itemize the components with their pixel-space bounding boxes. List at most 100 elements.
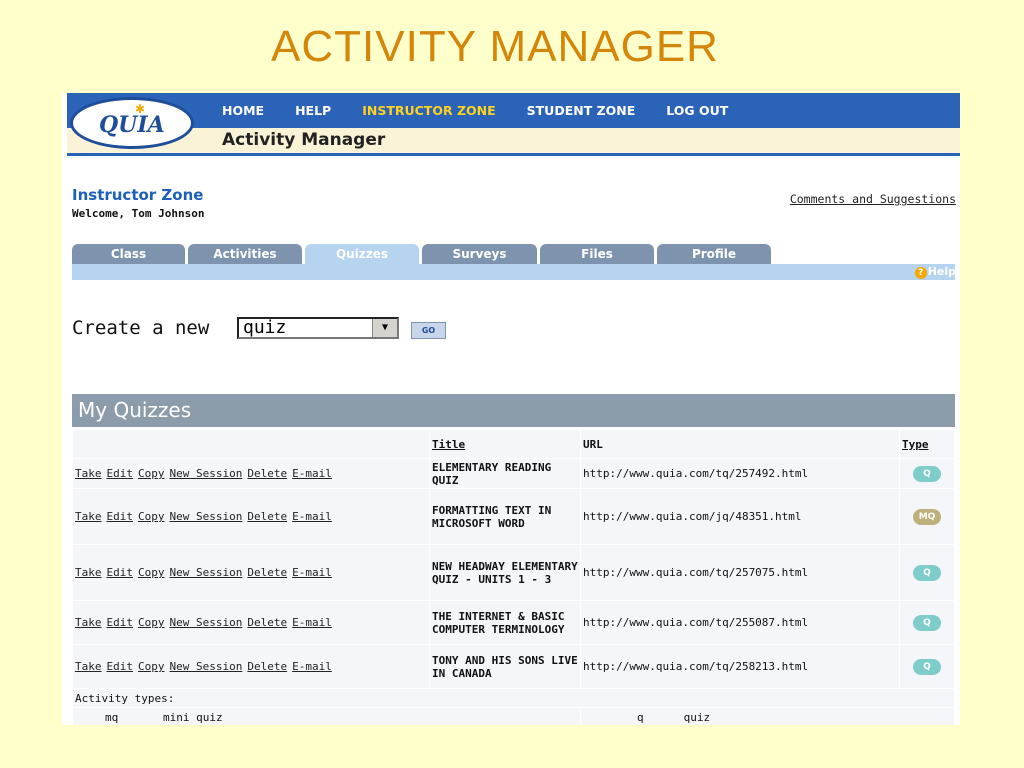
- tab-surveys[interactable]: Surveys: [422, 244, 537, 264]
- tab-class[interactable]: Class: [72, 244, 185, 264]
- zone-title: Instructor Zone: [72, 186, 204, 204]
- tab-strip: [72, 264, 955, 280]
- type-badge[interactable]: MQ: [913, 508, 941, 525]
- type-badge[interactable]: Q: [913, 564, 941, 581]
- action-edit-link[interactable]: Edit: [107, 660, 134, 673]
- action-copy-link[interactable]: Copy: [138, 566, 165, 579]
- page-subtitle: Activity Manager: [222, 130, 386, 150]
- action-delete-link[interactable]: Delete: [247, 467, 287, 480]
- quizzes-table: Title URL Type Take Edit Copy New Session De…: [72, 429, 955, 725]
- main-nav: HOME HELP INSTRUCTOR ZONE STUDENT ZONE L…: [222, 103, 759, 118]
- legend-q-code: q: [637, 710, 644, 724]
- tab-quizzes[interactable]: Quizzes: [305, 244, 419, 264]
- action-copy-link[interactable]: Copy: [138, 467, 165, 480]
- create-label: Create a new: [72, 317, 210, 339]
- action-new-session-link[interactable]: New Session: [170, 616, 243, 629]
- quiz-type: Q: [899, 458, 955, 489]
- action-delete-link[interactable]: Delete: [247, 616, 287, 629]
- nav-log-out[interactable]: LOG OUT: [666, 103, 728, 118]
- tab-activities[interactable]: Activities: [188, 244, 302, 264]
- table-row: Take Edit Copy New Session Delete E-mail THE I…: [72, 600, 955, 645]
- action-delete-link[interactable]: Delete: [247, 660, 287, 673]
- type-header[interactable]: Type: [899, 429, 955, 459]
- action-edit-link[interactable]: Edit: [107, 616, 134, 629]
- row-actions: Take Edit Copy New Session Delete E-mail: [72, 644, 430, 689]
- help-button[interactable]: ? Help: [914, 265, 956, 279]
- nav-help[interactable]: HELP: [295, 103, 331, 118]
- title-header[interactable]: Title: [429, 429, 581, 459]
- action-new-session-link[interactable]: New Session: [170, 566, 243, 579]
- action-e-mail-link[interactable]: E-mail: [292, 616, 332, 629]
- quiz-title: ELEMENTARY READING QUIZ: [429, 458, 581, 489]
- quiz-url: http://www.quia.com/jq/48351.html: [580, 488, 900, 545]
- activity-types-label: Activity types:: [72, 688, 955, 708]
- action-e-mail-link[interactable]: E-mail: [292, 467, 332, 480]
- comments-link[interactable]: Comments and Suggestions: [790, 192, 956, 206]
- legend-q: q quiz: [580, 707, 955, 725]
- action-take-link[interactable]: Take: [75, 566, 102, 579]
- nav-home[interactable]: HOME: [222, 103, 264, 118]
- quiz-url: http://www.quia.com/tq/255087.html: [580, 600, 900, 645]
- legend-row: mq mini quiz q quiz: [72, 707, 955, 725]
- url-header: URL: [580, 429, 900, 459]
- tab-profile[interactable]: Profile: [657, 244, 771, 264]
- table-row: Take Edit Copy New Session Delete E-mail FORMA…: [72, 488, 955, 545]
- action-copy-link[interactable]: Copy: [138, 616, 165, 629]
- action-e-mail-link[interactable]: E-mail: [292, 566, 332, 579]
- row-actions: Take Edit Copy New Session Delete E-mail: [72, 488, 430, 545]
- my-quizzes-heading: My Quizzes: [72, 394, 955, 427]
- quiz-url: http://www.quia.com/tq/257075.html: [580, 544, 900, 601]
- activity-types-row: Activity types:: [72, 688, 955, 708]
- quiz-title: TONY AND HIS SONS LIVE IN CANADA: [429, 644, 581, 689]
- action-new-session-link[interactable]: New Session: [170, 467, 243, 480]
- quiz-type: MQ: [899, 488, 955, 545]
- table-row: Take Edit Copy New Session Delete E-mail ELEME…: [72, 458, 955, 489]
- quiz-type: Q: [899, 544, 955, 601]
- table-row: Take Edit Copy New Session Delete E-mail TONY …: [72, 644, 955, 689]
- action-edit-link[interactable]: Edit: [107, 566, 134, 579]
- tab-files[interactable]: Files: [540, 244, 654, 264]
- quia-logo[interactable]: ✱ QUIA: [70, 97, 194, 149]
- quiz-url: http://www.quia.com/tq/257492.html: [580, 458, 900, 489]
- sub-header-bar: [67, 128, 960, 153]
- action-delete-link[interactable]: Delete: [247, 566, 287, 579]
- type-badge[interactable]: Q: [913, 614, 941, 631]
- quiz-type: Q: [899, 600, 955, 645]
- go-button[interactable]: GO: [411, 322, 446, 339]
- action-copy-link[interactable]: Copy: [138, 510, 165, 523]
- slide-title: ACTIVITY MANAGER: [271, 22, 719, 71]
- legend-mq: mq mini quiz: [72, 707, 581, 725]
- type-badge[interactable]: Q: [913, 465, 941, 482]
- quiz-type: Q: [899, 644, 955, 689]
- browser-screenshot: ✱ QUIA HOME HELP INSTRUCTOR ZONE STUDENT…: [62, 93, 960, 725]
- welcome-text: Welcome, Tom Johnson: [72, 207, 205, 220]
- action-delete-link[interactable]: Delete: [247, 510, 287, 523]
- quiz-title: NEW HEADWAY ELEMENTARY QUIZ - UNITS 1 - …: [429, 544, 581, 601]
- logo-text: QUIA: [99, 112, 165, 138]
- action-take-link[interactable]: Take: [75, 510, 102, 523]
- action-take-link[interactable]: Take: [75, 467, 102, 480]
- action-new-session-link[interactable]: New Session: [170, 660, 243, 673]
- action-edit-link[interactable]: Edit: [107, 467, 134, 480]
- action-e-mail-link[interactable]: E-mail: [292, 660, 332, 673]
- nav-instructor-zone[interactable]: INSTRUCTOR ZONE: [362, 103, 495, 118]
- row-actions: Take Edit Copy New Session Delete E-mail: [72, 458, 430, 489]
- action-edit-link[interactable]: Edit: [107, 510, 134, 523]
- action-new-session-link[interactable]: New Session: [170, 510, 243, 523]
- chevron-down-icon[interactable]: ▼: [372, 319, 397, 337]
- activity-type-select[interactable]: quiz ▼: [237, 317, 399, 339]
- actions-header: [72, 429, 430, 459]
- row-actions: Take Edit Copy New Session Delete E-mail: [72, 600, 430, 645]
- action-copy-link[interactable]: Copy: [138, 660, 165, 673]
- action-take-link[interactable]: Take: [75, 660, 102, 673]
- action-e-mail-link[interactable]: E-mail: [292, 510, 332, 523]
- question-icon: ?: [914, 267, 927, 279]
- row-actions: Take Edit Copy New Session Delete E-mail: [72, 544, 430, 601]
- nav-student-zone[interactable]: STUDENT ZONE: [527, 103, 636, 118]
- quiz-url: http://www.quia.com/tq/258213.html: [580, 644, 900, 689]
- quiz-title: FORMATTING TEXT IN MICROSOFT WORD: [429, 488, 581, 545]
- tab-bar: Class Activities Quizzes Surveys Files P…: [72, 244, 774, 264]
- action-take-link[interactable]: Take: [75, 616, 102, 629]
- help-label: Help: [927, 265, 956, 278]
- type-badge[interactable]: Q: [913, 658, 941, 675]
